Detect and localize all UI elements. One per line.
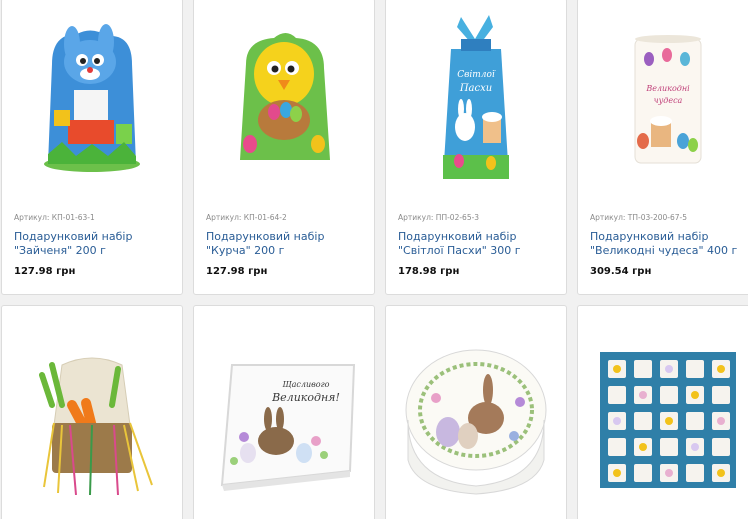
tin-caption-line1: Щасливого	[283, 380, 330, 389]
product-card[interactable]: Великодні чудеса Артикул: ТП-03-200-67-5…	[577, 0, 748, 295]
chick-box-image[interactable]	[194, 0, 374, 199]
product-sku: Артикул: ПП-02-65-3	[398, 213, 480, 222]
product-card[interactable]: Артикул: КП-01-63-1 Подарунковий набір "…	[1, 0, 183, 295]
product-card[interactable]	[577, 305, 748, 519]
product-title-link[interactable]: Подарунковий набір "Світлої Пасхи" 300 г	[398, 230, 563, 258]
product-price: 309.54 грн	[590, 266, 652, 277]
product-card[interactable]	[385, 305, 567, 519]
oval-tin-image[interactable]	[386, 320, 566, 519]
product-price: 127.98 грн	[206, 266, 268, 277]
product-card[interactable]: Щасливого Великодня!	[193, 305, 375, 519]
product-title-link[interactable]: Подарунковий набір "Курча" 200 г	[206, 230, 371, 258]
bunny-box-image[interactable]	[2, 0, 182, 199]
tin-caption-line2: Великодня!	[271, 391, 340, 404]
product-title-link[interactable]: Подарунковий набір "Зайченя" 200 г	[14, 230, 179, 258]
product-price: 127.98 грн	[14, 266, 76, 277]
product-card[interactable]	[1, 305, 183, 519]
square-tin-image[interactable]: Щасливого Великодня!	[194, 320, 374, 519]
product-sku: Артикул: КП-01-63-1	[14, 213, 95, 222]
burlap-sack-image[interactable]	[2, 320, 182, 519]
product-grid: Артикул: КП-01-63-1 Подарунковий набір "…	[0, 0, 748, 519]
product-card[interactable]: Світлої Пасхи Артикул: ПП-02-65-3 Подару…	[385, 0, 567, 295]
svg-text:чудеса: чудеса	[654, 96, 683, 105]
product-sku: Артикул: КП-01-64-2	[206, 213, 287, 222]
easter-tube-image[interactable]: Великодні чудеса	[578, 0, 748, 199]
svg-text:Великодні: Великодні	[645, 84, 690, 93]
easter-bag-image[interactable]: Світлої Пасхи	[386, 0, 566, 199]
product-price: 178.98 грн	[398, 266, 460, 277]
product-title-link[interactable]: Подарунковий набір "Великодні чудеса" 40…	[590, 230, 748, 258]
svg-text:Світлої: Світлої	[457, 70, 496, 80]
product-card[interactable]: Артикул: КП-01-64-2 Подарунковий набір "…	[193, 0, 375, 295]
advent-box-image[interactable]	[578, 320, 748, 519]
product-sku: Артикул: ТП-03-200-67-5	[590, 213, 688, 222]
svg-text:Пасхи: Пасхи	[459, 83, 492, 94]
